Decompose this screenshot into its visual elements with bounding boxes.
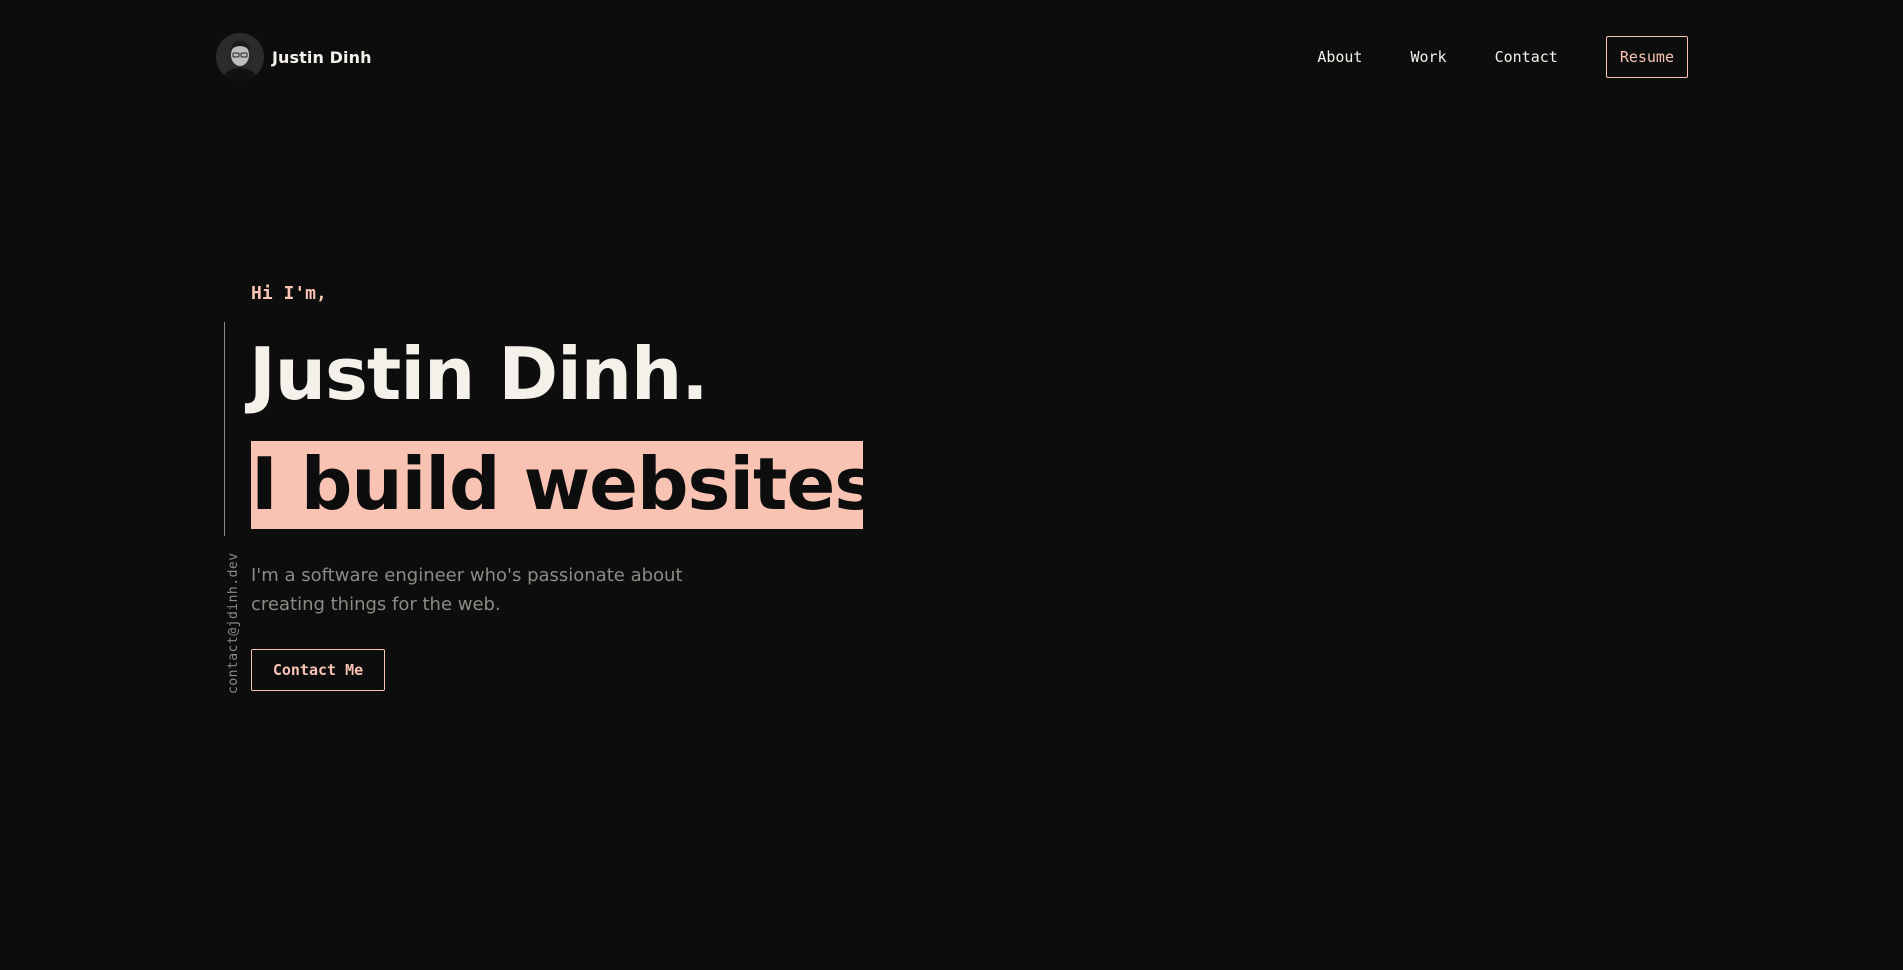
resume-button[interactable]: Resume [1605, 36, 1688, 78]
hero-name-heading: Justin Dinh. [249, 332, 709, 416]
brand-home-link[interactable]: Justin Dinh [216, 33, 372, 81]
avatar [216, 33, 264, 81]
brand-name[interactable]: Justin Dinh [272, 48, 372, 67]
nav-work-link[interactable]: Work [1410, 48, 1446, 66]
hero-greeting: Hi I'm, [251, 283, 327, 304]
person-photo-icon [216, 33, 264, 81]
nav-about-link[interactable]: About [1317, 48, 1362, 66]
contact-me-button[interactable]: Contact Me [251, 649, 385, 691]
hero-intro-text: I'm a software engineer who's passionate… [251, 565, 683, 615]
main-nav: About Work Contact Resume [1317, 36, 1688, 78]
hero-tagline: I build websites. [251, 442, 903, 526]
side-divider-line [224, 322, 225, 536]
nav-contact-link[interactable]: Contact [1495, 48, 1558, 66]
side-email-link[interactable]: contact@jdinh.dev [226, 552, 241, 694]
